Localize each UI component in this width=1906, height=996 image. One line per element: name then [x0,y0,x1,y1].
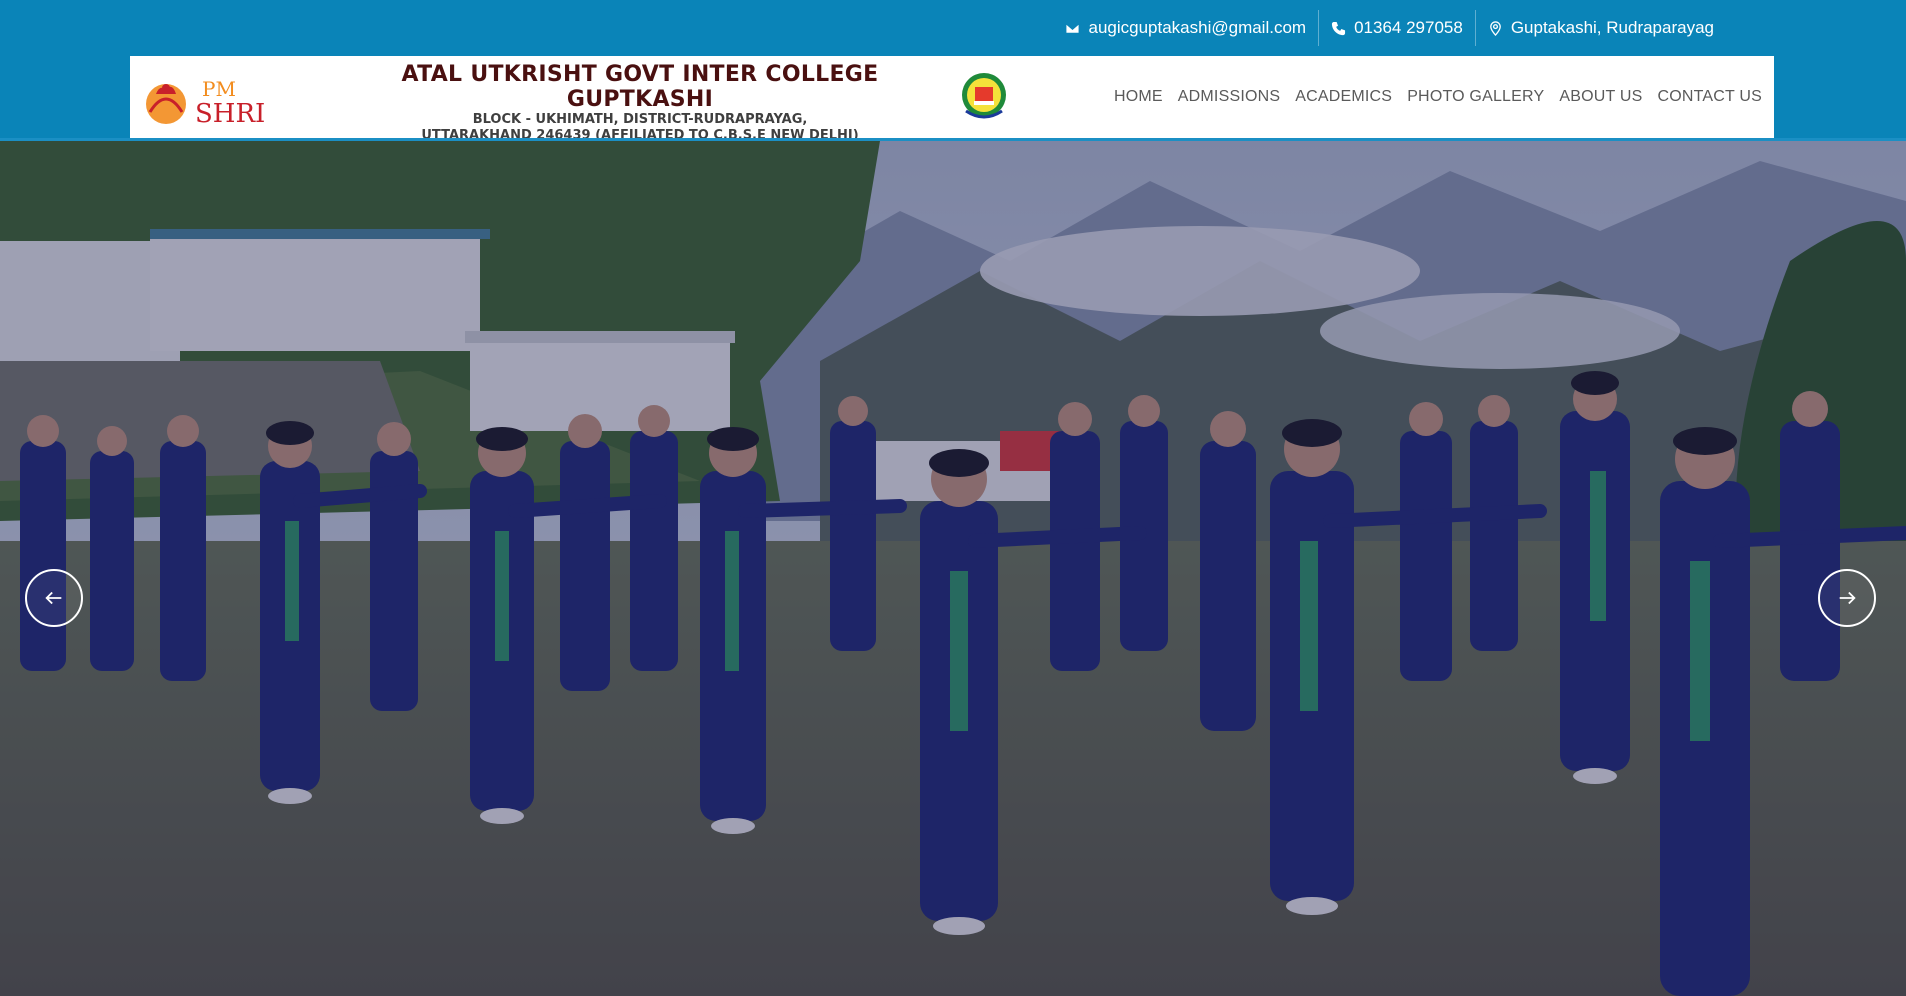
contact-email-text[interactable]: augicguptakashi@gmail.com [1088,18,1306,38]
logo-text-bottom: SHRI [195,99,265,128]
school-address-line1: BLOCK - UKHIMATH, DISTRICT-RUDRAPRAYAG, [472,112,808,127]
contact-phone-text[interactable]: 01364 297058 [1354,18,1463,38]
site-header: PM SHRI ATAL UTKRISHT GOVT INTER COLLEGE… [130,56,1774,143]
school-name: ATAL UTKRISHT GOVT INTER COLLEGE GUPTKAS… [401,62,879,112]
nav-photo-gallery[interactable]: PHOTO GALLERY [1407,88,1544,106]
contact-location: Guptakashi, Rudraparayag [1474,10,1726,46]
hero-overlay [0,141,1906,996]
contact-phone[interactable]: 01364 297058 [1318,10,1475,46]
envelope-icon [1065,22,1081,34]
contact-info: augicguptakashi@gmail.com 01364 297058 G… [1053,10,1726,46]
hero-carousel[interactable] [0,141,1906,996]
school-emblem [962,73,1006,119]
nav-home[interactable]: HOME [1114,88,1163,106]
main-nav: HOME ADMISSIONS ACADEMICS PHOTO GALLERY … [1114,56,1762,138]
school-title-block: ATAL UTKRISHT GOVT INTER COLLEGE GUPTKAS… [340,62,940,144]
map-pin-icon [1489,20,1501,36]
pm-shri-logo[interactable]: PM SHRI [140,66,270,128]
phone-icon [1332,21,1346,35]
carousel-prev-button[interactable] [25,569,83,627]
logo-text-top: PM [202,77,236,101]
nav-admissions[interactable]: ADMISSIONS [1178,88,1280,106]
nav-academics[interactable]: ACADEMICS [1295,88,1392,106]
carousel-next-button[interactable] [1818,569,1876,627]
chevron-right-icon [1839,591,1856,605]
nav-about-us[interactable]: ABOUT US [1559,88,1642,106]
contact-location-text: Guptakashi, Rudraparayag [1510,18,1714,37]
nav-contact-us[interactable]: CONTACT US [1657,88,1762,106]
contact-email[interactable]: augicguptakashi@gmail.com [1053,10,1318,46]
chevron-left-icon [45,591,62,605]
